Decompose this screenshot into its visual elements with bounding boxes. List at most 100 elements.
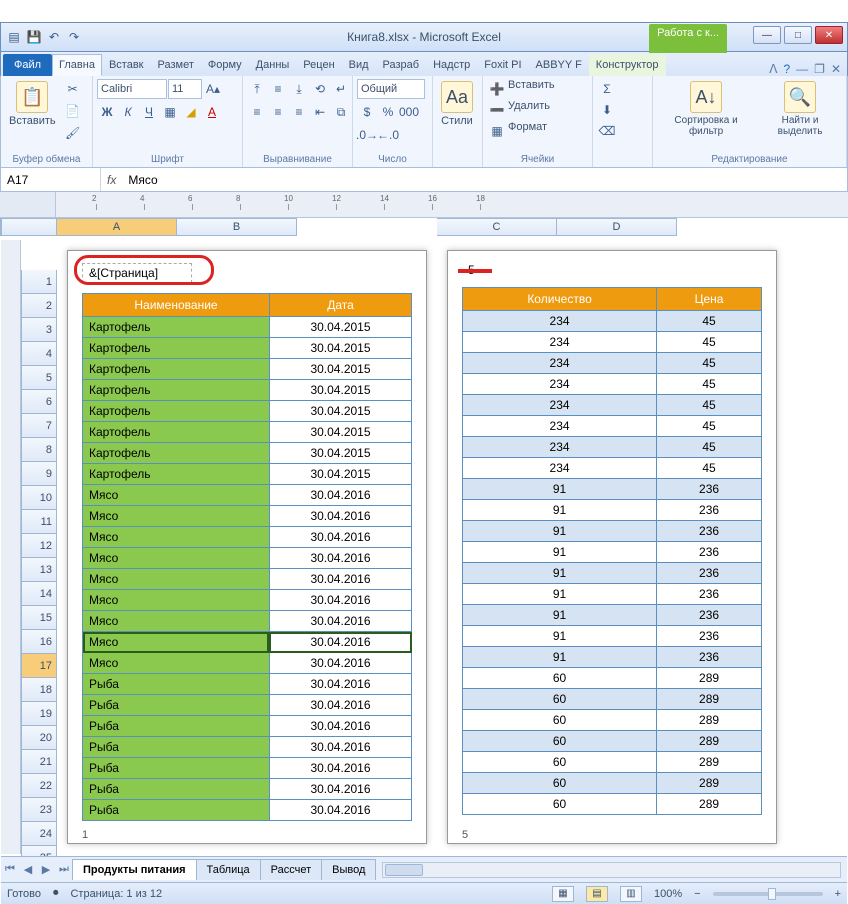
cut-icon[interactable]: ✂: [63, 79, 83, 99]
window-minimize-icon[interactable]: —: [796, 62, 808, 76]
table-row[interactable]: 60289: [463, 710, 762, 731]
table-row[interactable]: Рыба30.04.2016: [83, 674, 412, 695]
zoom-slider[interactable]: [713, 892, 823, 896]
row-header-16[interactable]: 16: [21, 630, 57, 654]
row-header-24[interactable]: 24: [21, 822, 57, 846]
tab-форму[interactable]: Форму: [201, 54, 249, 76]
sheet-tab-3[interactable]: Вывод: [321, 859, 376, 880]
comma-icon[interactable]: 000: [399, 102, 419, 122]
tab-конструктор[interactable]: Конструктор: [589, 54, 666, 76]
macro-record-icon[interactable]: ⏺: [53, 887, 59, 900]
undo-icon[interactable]: ↶: [45, 28, 63, 46]
row-header-10[interactable]: 10: [21, 486, 57, 510]
tab-разраб[interactable]: Разраб: [376, 54, 427, 76]
delete-cells-button[interactable]: ➖Удалить: [487, 100, 550, 120]
table-row[interactable]: Мясо30.04.2016: [83, 632, 412, 653]
row-header-1[interactable]: 1: [21, 270, 57, 294]
bold-icon[interactable]: Ж: [97, 102, 117, 122]
row-header-5[interactable]: 5: [21, 366, 57, 390]
table-row[interactable]: Картофель30.04.2015: [83, 422, 412, 443]
name-box[interactable]: A17: [1, 168, 101, 191]
view-normal-icon[interactable]: ▦: [552, 886, 574, 902]
font-size-combo[interactable]: 11: [168, 79, 202, 99]
column-header-D[interactable]: D: [557, 218, 677, 236]
fill-icon[interactable]: ⬇: [597, 100, 617, 120]
tab-главна[interactable]: Главна: [52, 54, 102, 76]
table-row[interactable]: 23445: [463, 374, 762, 395]
orientation-icon[interactable]: ⟲: [310, 79, 330, 99]
autosum-icon[interactable]: Σ: [597, 79, 617, 99]
decrease-indent-icon[interactable]: ⇤: [310, 102, 330, 122]
row-header-9[interactable]: 9: [21, 462, 57, 486]
table-row[interactable]: Картофель30.04.2015: [83, 317, 412, 338]
styles-button[interactable]: Aa Стили: [437, 79, 477, 129]
row-header-21[interactable]: 21: [21, 750, 57, 774]
column-header-A[interactable]: A: [57, 218, 177, 236]
row-header-18[interactable]: 18: [21, 678, 57, 702]
insert-cells-button[interactable]: ➕Вставить: [487, 79, 555, 99]
sheet-tab-0[interactable]: Продукты питания: [72, 859, 197, 880]
table-row[interactable]: 91236: [463, 521, 762, 542]
table-row[interactable]: 23445: [463, 332, 762, 353]
ribbon-minimize-icon[interactable]: ᐱ: [769, 62, 777, 76]
row-header-13[interactable]: 13: [21, 558, 57, 582]
context-tab-table-tools[interactable]: Работа с к...: [649, 24, 727, 53]
align-center-icon[interactable]: ≡: [268, 102, 288, 122]
table-row[interactable]: 23445: [463, 395, 762, 416]
table-row[interactable]: 60289: [463, 752, 762, 773]
table-row[interactable]: Мясо30.04.2016: [83, 506, 412, 527]
increase-decimal-icon[interactable]: .0→: [357, 125, 377, 145]
table-row[interactable]: Картофель30.04.2015: [83, 401, 412, 422]
table-row[interactable]: 60289: [463, 668, 762, 689]
align-middle-icon[interactable]: ≡: [268, 79, 288, 99]
view-page-break-icon[interactable]: ▥: [620, 886, 642, 902]
select-all-corner[interactable]: [0, 192, 56, 217]
table-row[interactable]: Картофель30.04.2015: [83, 464, 412, 485]
row-header-2[interactable]: 2: [21, 294, 57, 318]
tab-рецен[interactable]: Рецен: [296, 54, 341, 76]
table-row[interactable]: 91236: [463, 626, 762, 647]
table-row[interactable]: Мясо30.04.2016: [83, 611, 412, 632]
row-header-7[interactable]: 7: [21, 414, 57, 438]
tab-вставк[interactable]: Вставк: [102, 54, 151, 76]
zoom-out-button[interactable]: −: [694, 888, 700, 900]
row-header-14[interactable]: 14: [21, 582, 57, 606]
currency-icon[interactable]: $: [357, 102, 377, 122]
fill-color-icon[interactable]: ◢: [181, 102, 201, 122]
tab-foxit pi[interactable]: Foxit PI: [477, 54, 528, 76]
sheet-nav-first-icon[interactable]: ⏮: [1, 863, 19, 876]
row-header-19[interactable]: 19: [21, 702, 57, 726]
clear-icon[interactable]: ⌫: [597, 121, 617, 141]
formula-input[interactable]: Мясо: [122, 173, 847, 187]
increase-font-icon[interactable]: A▴: [203, 79, 223, 99]
table-row[interactable]: Мясо30.04.2016: [83, 527, 412, 548]
align-bottom-icon[interactable]: ⤓: [289, 79, 309, 99]
underline-icon[interactable]: Ч: [139, 102, 159, 122]
save-icon[interactable]: 💾: [25, 28, 43, 46]
percent-icon[interactable]: %: [378, 102, 398, 122]
horizontal-scrollbar[interactable]: [382, 862, 841, 878]
table-row[interactable]: 60289: [463, 731, 762, 752]
tab-данны[interactable]: Данны: [249, 54, 297, 76]
number-format-combo[interactable]: Общий: [357, 79, 425, 99]
row-header-3[interactable]: 3: [21, 318, 57, 342]
table-row[interactable]: 91236: [463, 647, 762, 668]
row-header-20[interactable]: 20: [21, 726, 57, 750]
table-row[interactable]: Картофель30.04.2015: [83, 338, 412, 359]
paste-button[interactable]: 📋 Вставить: [5, 79, 60, 129]
table-row[interactable]: Рыба30.04.2016: [83, 779, 412, 800]
minimize-button[interactable]: —: [753, 26, 781, 44]
table-row[interactable]: 60289: [463, 794, 762, 815]
row-header-6[interactable]: 6: [21, 390, 57, 414]
table-row[interactable]: Рыба30.04.2016: [83, 800, 412, 821]
table-row[interactable]: 91236: [463, 605, 762, 626]
maximize-button[interactable]: □: [784, 26, 812, 44]
table-row[interactable]: 91236: [463, 563, 762, 584]
table-row[interactable]: 91236: [463, 500, 762, 521]
sheet-nav-last-icon[interactable]: ⏭: [55, 863, 73, 876]
tab-размет[interactable]: Размет: [151, 54, 201, 76]
row-header-22[interactable]: 22: [21, 774, 57, 798]
table-row[interactable]: Рыба30.04.2016: [83, 716, 412, 737]
view-page-layout-icon[interactable]: ▤: [586, 886, 608, 902]
table-row[interactable]: Картофель30.04.2015: [83, 380, 412, 401]
